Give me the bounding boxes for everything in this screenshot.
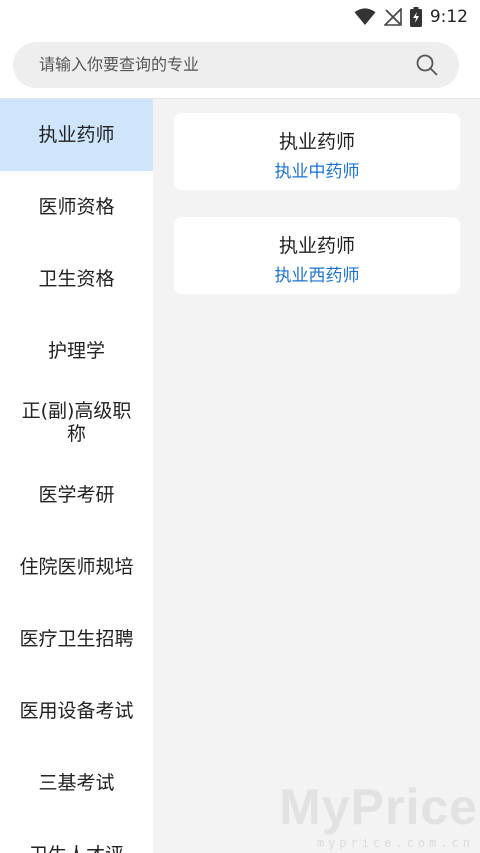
sidebar-item-label: 执业药师 bbox=[38, 123, 115, 146]
category-sidebar[interactable]: 执业药师 医师资格 卫生资格 护理学 正(副)高级职称 医学考研 住院医师规培 … bbox=[0, 99, 153, 853]
sidebar-item-label: 正(副)高级职称 bbox=[21, 400, 132, 445]
signal-off-icon bbox=[383, 8, 402, 26]
sidebar-item-yiyong-shebei[interactable]: 医用设备考试 bbox=[0, 675, 153, 747]
sidebar-item-label: 医学考研 bbox=[38, 483, 115, 506]
subcategory-card[interactable]: 执业药师 执业中药师 bbox=[174, 113, 460, 190]
watermark: MyPrice myprice.com.cn bbox=[279, 778, 478, 850]
card-title: 执业药师 bbox=[278, 235, 355, 257]
sidebar-item-hulixue[interactable]: 护理学 bbox=[0, 315, 153, 387]
watermark-logo: MyPrice bbox=[279, 779, 478, 835]
search-input[interactable]: 请输入你要查询的专业 bbox=[39, 42, 199, 88]
sidebar-item-label: 住院医师规培 bbox=[19, 555, 134, 578]
sidebar-item-zhiye-yaoshi[interactable]: 执业药师 bbox=[0, 99, 153, 171]
sidebar-item-label: 卫生资格 bbox=[38, 267, 115, 290]
sidebar-item-yishi-zige[interactable]: 医师资格 bbox=[0, 171, 153, 243]
card-subtitle-link[interactable]: 执业中药师 bbox=[174, 157, 460, 182]
sidebar-item-label: 医用设备考试 bbox=[19, 699, 134, 722]
subcategory-panel: 执业药师 执业中药师 执业药师 执业西药师 bbox=[153, 99, 480, 853]
search-icon[interactable] bbox=[416, 54, 438, 76]
status-icons: 9:12 bbox=[354, 6, 468, 28]
watermark-url: myprice.com.cn bbox=[316, 836, 474, 850]
search-bar[interactable]: 请输入你要查询的专业 bbox=[13, 42, 459, 88]
subcategory-card[interactable]: 执业药师 执业西药师 bbox=[174, 217, 460, 294]
sidebar-item-zhuyuan-guipei[interactable]: 住院医师规培 bbox=[0, 531, 153, 603]
sidebar-item-label: 医师资格 bbox=[38, 195, 115, 218]
sidebar-item-sanji-kaoshi[interactable]: 三基考试 bbox=[0, 747, 153, 819]
sidebar-item-label: 护理学 bbox=[47, 339, 105, 362]
sidebar-item-yixue-kaoyan[interactable]: 医学考研 bbox=[0, 459, 153, 531]
sidebar-item-weisheng-zhaopin[interactable]: 医疗卫生招聘 bbox=[0, 603, 153, 675]
battery-charging-icon bbox=[409, 7, 422, 27]
status-bar: 9:12 bbox=[0, 0, 480, 36]
sidebar-item-weisheng-rencai[interactable]: 卫生人才评 bbox=[0, 819, 153, 853]
wifi-icon bbox=[354, 8, 376, 25]
card-subtitle-link[interactable]: 执业西药师 bbox=[174, 261, 460, 286]
card-title: 执业药师 bbox=[278, 131, 355, 153]
sidebar-item-label: 医疗卫生招聘 bbox=[19, 627, 134, 650]
sidebar-item-label: 卫生人才评 bbox=[20, 844, 134, 853]
status-time: 9:12 bbox=[429, 7, 468, 27]
sidebar-item-label: 三基考试 bbox=[38, 771, 115, 794]
sidebar-item-gaoji-zhicheng[interactable]: 正(副)高级职称 bbox=[0, 387, 153, 459]
sidebar-item-weisheng-zige[interactable]: 卫生资格 bbox=[0, 243, 153, 315]
